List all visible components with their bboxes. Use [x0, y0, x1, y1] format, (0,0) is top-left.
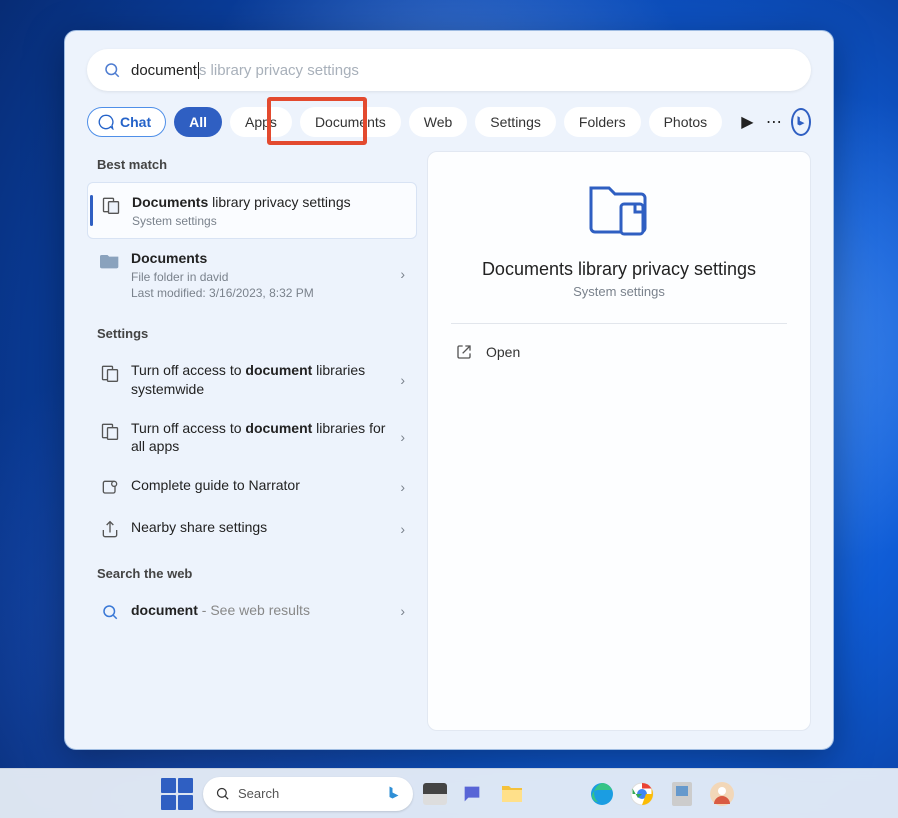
- bing-chat-icon: [98, 114, 114, 130]
- result-title: Complete guide to Narrator: [131, 476, 390, 495]
- preview-panel: Documents library privacy settings Syste…: [427, 151, 811, 731]
- filter-documents-label: Documents: [315, 114, 386, 130]
- chevron-right-icon: ›: [400, 429, 405, 445]
- result-title: Documents: [131, 249, 390, 268]
- result-best-match[interactable]: Documents library privacy settings Syste…: [87, 182, 417, 239]
- result-search-web[interactable]: document - See web results ›: [87, 591, 417, 631]
- share-icon: [99, 520, 121, 540]
- result-sub: System settings: [132, 214, 404, 228]
- chevron-right-icon: ›: [400, 521, 405, 537]
- divider: [451, 323, 787, 324]
- documents-library-large-icon: [585, 178, 653, 245]
- chat-icon[interactable]: [457, 779, 487, 809]
- search-icon: [99, 603, 121, 621]
- result-setting-systemwide[interactable]: Turn off access to document libraries sy…: [87, 351, 417, 409]
- bing-icon[interactable]: [791, 108, 811, 136]
- preview-sub: System settings: [573, 284, 665, 299]
- section-search-web: Search the web: [97, 566, 413, 581]
- section-settings: Settings: [97, 326, 413, 341]
- result-sub2: Last modified: 3/16/2023, 8:32 PM: [131, 286, 390, 300]
- filter-settings[interactable]: Settings: [475, 107, 556, 137]
- documents-library-icon: [100, 195, 122, 215]
- result-title: Turn off access to document libraries fo…: [131, 419, 390, 457]
- result-setting-narrator[interactable]: Complete guide to Narrator ›: [87, 466, 417, 508]
- user-avatar-icon[interactable]: [707, 779, 737, 809]
- narrator-icon: [99, 478, 121, 498]
- result-title: Nearby share settings: [131, 518, 390, 537]
- filter-row: Chat All Apps Documents Web Settings Fol…: [87, 107, 811, 137]
- result-title: Documents library privacy settings: [132, 193, 404, 212]
- file-explorer-icon[interactable]: [497, 779, 527, 809]
- filter-web[interactable]: Web: [409, 107, 468, 137]
- chevron-right-icon: ›: [400, 266, 405, 282]
- start-button[interactable]: [161, 778, 193, 810]
- filter-apps-label: Apps: [245, 114, 277, 130]
- result-title: Turn off access to document libraries sy…: [131, 361, 390, 399]
- filter-folders-label: Folders: [579, 114, 626, 130]
- result-setting-nearby[interactable]: Nearby share settings ›: [87, 508, 417, 550]
- results-column: Best match Documents library privacy set…: [87, 151, 417, 731]
- filter-web-label: Web: [424, 114, 453, 130]
- filter-chat-label: Chat: [120, 114, 151, 130]
- filter-all[interactable]: All: [174, 107, 222, 137]
- taskbar: Search: [0, 768, 898, 818]
- chevron-right-icon: ›: [400, 479, 405, 495]
- section-best-match: Best match: [97, 157, 413, 172]
- filter-folders[interactable]: Folders: [564, 107, 641, 137]
- filter-photos[interactable]: Photos: [649, 107, 723, 137]
- chevron-right-icon: ›: [400, 372, 405, 388]
- app-icon[interactable]: [667, 779, 697, 809]
- result-documents-folder[interactable]: Documents File folder in david Last modi…: [87, 239, 417, 310]
- open-icon: [456, 344, 472, 360]
- folder-icon: [99, 251, 121, 269]
- filter-apps[interactable]: Apps: [230, 107, 292, 137]
- result-sub: File folder in david: [131, 270, 390, 284]
- result-setting-allapps[interactable]: Turn off access to document libraries fo…: [87, 409, 417, 467]
- preview-title: Documents library privacy settings: [482, 259, 756, 280]
- documents-library-icon: [99, 421, 121, 441]
- filter-settings-label: Settings: [490, 114, 541, 130]
- more-icon[interactable]: ⋯: [765, 108, 783, 136]
- filter-chat[interactable]: Chat: [87, 107, 166, 137]
- bing-icon: [385, 785, 403, 803]
- documents-library-icon: [99, 363, 121, 383]
- play-icon[interactable]: ▶: [738, 108, 756, 136]
- chrome-icon[interactable]: [627, 779, 657, 809]
- search-typed-text: document: [131, 62, 199, 79]
- search-icon: [103, 61, 121, 79]
- taskbar-search[interactable]: Search: [203, 777, 413, 811]
- result-title: document - See web results: [131, 601, 390, 620]
- taskbar-search-placeholder: Search: [238, 786, 279, 801]
- search-input[interactable]: documents library privacy settings: [131, 62, 795, 79]
- chevron-right-icon: ›: [400, 603, 405, 619]
- edge-icon[interactable]: [587, 779, 617, 809]
- filter-all-label: All: [189, 114, 207, 130]
- search-icon: [215, 786, 230, 801]
- filter-photos-label: Photos: [664, 114, 708, 130]
- start-search-window: documents library privacy settings Chat …: [64, 30, 834, 750]
- search-bar[interactable]: documents library privacy settings: [87, 49, 811, 91]
- task-view-icon[interactable]: [423, 783, 447, 805]
- filter-documents[interactable]: Documents: [300, 107, 401, 137]
- preview-open-action[interactable]: Open: [428, 336, 810, 368]
- preview-open-label: Open: [486, 344, 520, 360]
- search-ghost-text: s library privacy settings: [199, 62, 359, 79]
